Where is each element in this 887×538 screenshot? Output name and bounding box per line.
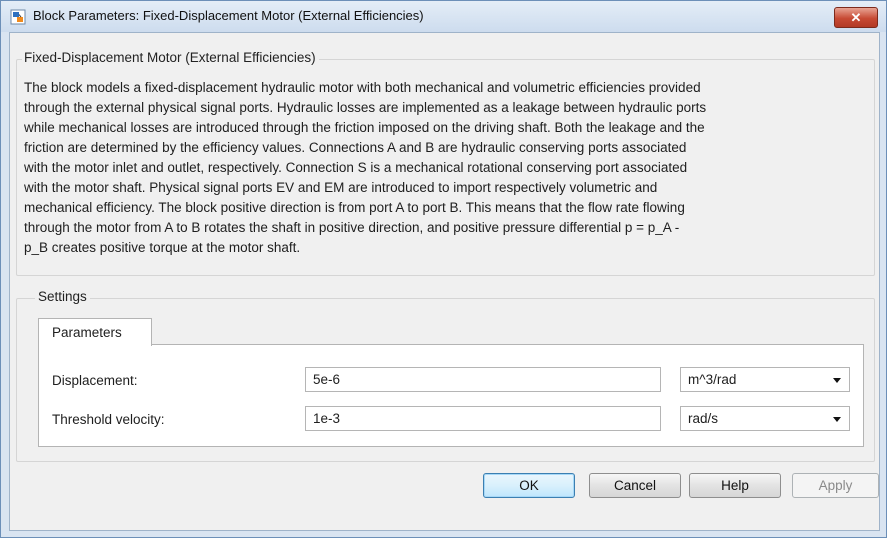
threshold-velocity-unit-select[interactable]: rad/s (680, 406, 850, 431)
threshold-velocity-input[interactable]: 1e-3 (305, 406, 661, 431)
title-bar[interactable]: Block Parameters: Fixed-Displacement Mot… (1, 1, 886, 32)
displacement-label: Displacement: (52, 373, 138, 388)
apply-button[interactable]: Apply (792, 473, 879, 498)
description-line: The block models a fixed-displacement hy… (24, 80, 701, 95)
displacement-unit-select[interactable]: m^3/rad (680, 367, 850, 392)
displacement-unit-value: m^3/rad (688, 372, 737, 387)
block-parameters-dialog: Block Parameters: Fixed-Displacement Mot… (0, 0, 887, 538)
description-line: p_B creates positive torque at the motor… (24, 240, 301, 255)
displacement-input[interactable]: 5e-6 (305, 367, 661, 392)
description-line: through the external physical signal por… (24, 100, 707, 115)
threshold-velocity-label: Threshold velocity: (52, 412, 165, 427)
description-line: with the motor inlet and outlet, respect… (24, 160, 688, 175)
block-description: The block models a fixed-displacement hy… (24, 78, 869, 258)
close-icon: ✕ (850, 9, 862, 25)
ok-button[interactable]: OK (483, 473, 575, 498)
description-line: friction are determined by the efficienc… (24, 140, 687, 155)
parameters-panel (38, 344, 864, 447)
help-button[interactable]: Help (689, 473, 781, 498)
window-title: Block Parameters: Fixed-Displacement Mot… (33, 8, 424, 23)
description-group-title: Fixed-Displacement Motor (External Effic… (22, 50, 319, 65)
simulink-block-icon (10, 9, 26, 25)
tab-parameters[interactable]: Parameters (38, 318, 152, 346)
description-line: while mechanical losses are introduced t… (24, 120, 705, 135)
dropdown-arrow-icon (833, 378, 841, 383)
description-line: with the motor shaft. Physical signal po… (24, 180, 658, 195)
settings-group-title: Settings (35, 289, 90, 304)
tab-parameters-label: Parameters (52, 325, 122, 340)
dropdown-arrow-icon (833, 417, 841, 422)
description-line: through the motor from A to B rotates th… (24, 220, 680, 235)
description-line: mechanical efficiency. The block positiv… (24, 200, 685, 215)
cancel-button[interactable]: Cancel (589, 473, 681, 498)
threshold-velocity-unit-value: rad/s (688, 411, 719, 426)
close-button[interactable]: ✕ (834, 7, 878, 28)
